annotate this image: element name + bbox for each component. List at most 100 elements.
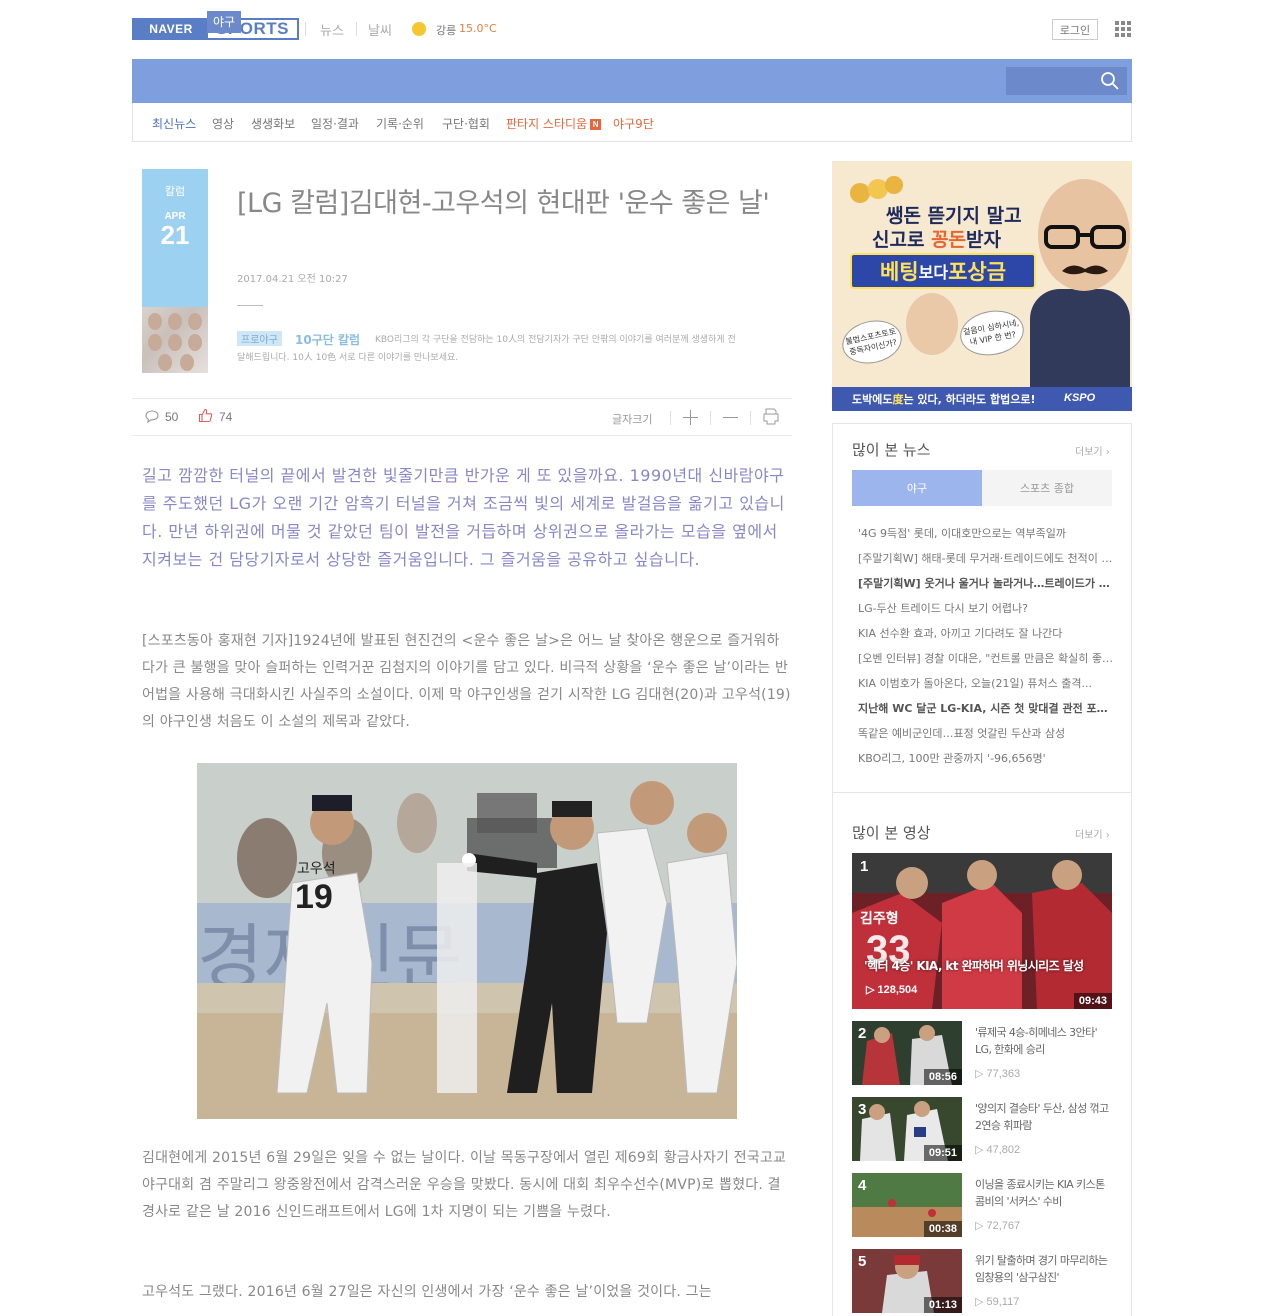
new-badge: N <box>590 119 602 130</box>
video-thumbnail[interactable]: 4 00:38 <box>852 1173 962 1237</box>
kspo-ad-banner[interactable]: 쌩돈 뜯기지 말고 신고로 꽁돈받자 베팅 보다 포상금 불법스포츠토토 중독자이신… <box>832 161 1132 411</box>
subnav-item-photos[interactable]: 생생화보 <box>251 115 295 132</box>
toolbar-divider <box>710 411 711 425</box>
video-rank: 2 <box>858 1025 867 1042</box>
fantasy-stadium-label: 판타지 스타디움 <box>506 117 588 131</box>
article-title: [LG 칼럼]김대현-고우석의 현대판 '운수 좋은 날' <box>237 188 770 219</box>
news-list-item[interactable]: LG-두산 트레이드 다시 보기 어렵나? <box>858 600 1114 616</box>
divider <box>132 435 792 436</box>
more-link[interactable]: 더보기 › <box>1075 826 1110 841</box>
apps-grid-icon[interactable] <box>1115 21 1131 37</box>
nav-item-radio[interactable]: 라디오 <box>773 0 806 44</box>
news-list-item[interactable]: [주말기획W] 웃거나 울거나 놀라거나…트레이드가 만든 세상 <box>858 575 1114 591</box>
subnav-item-fantasy-stadium[interactable]: 판타지 스타디움 N <box>506 115 602 132</box>
main-nav <box>132 59 1132 103</box>
nav-item-basketball[interactable]: 농구 <box>418 0 440 44</box>
sidebar-divider <box>833 792 1131 793</box>
series-name[interactable]: 10구단 칼럼 <box>295 331 360 348</box>
video-title: '헥터 4승' KIA, kt 완파하며 위닝시리즈 달성 <box>864 959 1084 973</box>
subnav-item-schedule[interactable]: 일정·결과 <box>311 115 359 132</box>
video-title[interactable]: '양의지 결승타' 두산, 삼성 꺾고 2연승 휘파람 <box>975 1100 1115 1134</box>
category-label: 칼럼 <box>164 185 186 198</box>
video-main[interactable]: 김주형 33 1 '헥터 4승' KIA, kt 완파하며 위닝시리즈 달성 ▷… <box>852 853 1112 1009</box>
thumbs-up-icon[interactable] <box>198 408 213 423</box>
toolbar-divider <box>670 411 671 425</box>
news-list-item[interactable]: KBO리그, 100만 관중까지 '-96,656명' <box>858 750 1114 766</box>
nav-item-world-football[interactable]: 해외축구 <box>356 0 400 44</box>
video-thumbnail[interactable]: 2 08:56 <box>852 1021 962 1085</box>
font-size-label: 글자크기 <box>612 413 653 426</box>
date-day: 21 <box>160 220 190 250</box>
nav-item-poll[interactable]: POLL <box>854 0 884 44</box>
ad-headline-1: 쌩돈 뜯기지 말고 <box>886 205 1022 227</box>
most-viewed-videos-title: 많이 본 영상 <box>852 824 931 842</box>
player-name: 김주형 <box>860 910 899 927</box>
news-list-item[interactable]: 지난해 WC 달군 LG-KIA, 시즌 첫 맞대결 관전 포인트는? <box>858 700 1114 716</box>
ad-man-body <box>1030 289 1130 387</box>
news-list-item[interactable]: [주말기획W] 해태-롯데 무거래·트레이드에도 천적이 있다 <box>858 550 1114 566</box>
nav-item-golf[interactable]: 골프 <box>498 0 520 44</box>
article-date: 2017.04.21 오전 10:27 <box>237 274 348 285</box>
video-title[interactable]: 위기 탈출하며 경기 마무리하는 임창용의 '삼구삼진' <box>975 1252 1115 1286</box>
video-title[interactable]: 이닝을 종료시키는 KIA 키스톤 콤비의 '서커스' 수비 <box>975 1176 1115 1210</box>
series-tag[interactable]: 프로야구 <box>237 331 282 346</box>
subnav-item-clubs[interactable]: 구단·협회 <box>442 115 490 132</box>
print-icon[interactable] <box>763 408 779 425</box>
video-thumbnail[interactable]: 5 01:13 <box>852 1249 962 1313</box>
news-list-item[interactable]: [오벤 인터뷰] 경찰 이대은, "컨트롤 만큼은 확실히 좋아졌다" <box>858 650 1114 666</box>
toolbar-divider <box>750 411 751 425</box>
ad-man2-face <box>906 293 958 355</box>
jersey-number: 19 <box>295 878 333 916</box>
jersey-name: 고우석 <box>297 860 336 876</box>
video-thumbnail[interactable]: 3 09:51 <box>852 1097 962 1161</box>
nav-item-magazine[interactable]: 매거진S <box>718 0 759 44</box>
nav-item-football[interactable]: 축구 <box>316 0 338 44</box>
video-views: ▷ 77,363 <box>975 1068 1021 1080</box>
subnav-item-baseball9[interactable]: 야구9단 <box>613 115 654 132</box>
date-category-box: 칼럼 APR 21 <box>142 169 208 307</box>
nav-item-sports-home[interactable]: 스포츠홈 <box>152 0 196 44</box>
columnists-photo <box>142 307 208 373</box>
ad-headline-2: 신고로 꽁돈받자 <box>872 229 1001 251</box>
subnav-item-video[interactable]: 영상 <box>212 115 234 132</box>
font-increase-icon[interactable] <box>683 410 698 425</box>
ad-speech-bubble: 불법스포츠토토 중독자이신가? <box>838 315 906 369</box>
news-list-item[interactable]: KIA 선수환 효과, 아끼고 기다려도 잘 나간다 <box>858 625 1114 641</box>
video-title[interactable]: '류제국 4승-히메네스 3안타' LG, 한화에 승리 <box>975 1024 1115 1058</box>
mustache-icon <box>1062 265 1108 275</box>
news-list-item[interactable]: '4G 9득점' 롯데, 이대호만으로는 역부족일까 <box>858 525 1114 541</box>
video-views: ▷ 72,767 <box>975 1220 1021 1232</box>
nav-item-column[interactable]: 칼럼 <box>820 0 842 44</box>
like-count[interactable]: 74 <box>219 410 232 424</box>
series-description-cont: 달해드립니다. 10人 10色 서로 다른 이야기를 만나보세요. <box>237 353 459 363</box>
news-list-item[interactable]: KIA 이범호가 돌아온다, 오늘(21일) 퓨처스 출격... <box>858 675 1114 691</box>
nav-item-world-baseball[interactable]: 해외야구 <box>254 0 298 44</box>
video-views: ▷ 47,802 <box>975 1144 1021 1156</box>
nav-item-esports[interactable]: e스포츠&게임 <box>578 0 650 44</box>
news-list-item[interactable]: 똑같은 예비군인데…표정 엇갈린 두산과 삼성 <box>858 725 1114 741</box>
video-duration: 00:38 <box>923 1221 962 1237</box>
nav-item-ranking[interactable]: 랭킹 <box>899 0 921 44</box>
nav-item-volleyball[interactable]: 배구 <box>458 0 480 44</box>
video-duration: 01:13 <box>923 1297 962 1313</box>
font-decrease-icon[interactable] <box>723 410 738 425</box>
video-rank: 5 <box>858 1253 867 1270</box>
glasses-icon <box>1044 225 1126 249</box>
search-icon[interactable] <box>1099 70 1121 92</box>
subnav-item-latest-news[interactable]: 최신뉴스 <box>152 115 196 132</box>
nav-item-score[interactable]: 스코어 <box>672 0 705 44</box>
video-duration: 09:51 <box>923 1145 962 1161</box>
subnav-item-records[interactable]: 기록·순위 <box>376 115 424 132</box>
login-button[interactable]: 로그인 <box>1052 19 1098 40</box>
tab-baseball[interactable]: 야구 <box>852 470 982 506</box>
title-divider <box>237 305 263 306</box>
article-photo: 경제신문 고우석 19 <box>197 763 737 1119</box>
article-paragraph: 고우석도 그랬다. 2016년 6월 27일은 자신의 인생에서 가장 ‘운수 … <box>142 1284 712 1300</box>
nav-item-general[interactable]: 일반 <box>538 0 560 44</box>
comment-icon[interactable] <box>145 410 159 423</box>
nav-item-baseball[interactable]: 야구 <box>207 11 242 33</box>
tab-sports-general[interactable]: 스포츠 종합 <box>982 470 1112 506</box>
more-link[interactable]: 더보기 › <box>1075 443 1110 458</box>
video-duration: 08:56 <box>923 1069 962 1085</box>
comment-count[interactable]: 50 <box>165 410 178 424</box>
